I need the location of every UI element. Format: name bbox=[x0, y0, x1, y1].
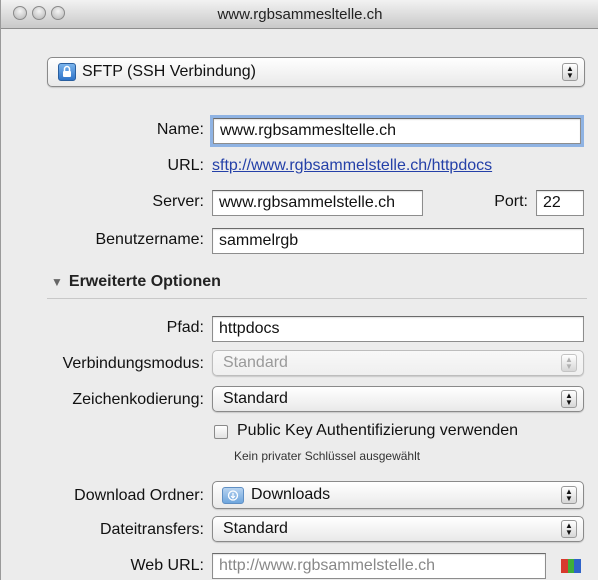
url-link[interactable]: sftp://www.rgbsammelstelle.ch/httpdocs bbox=[212, 157, 492, 175]
protocol-select[interactable]: SFTP (SSH Verbindung) ▲ ▼ bbox=[47, 57, 585, 87]
transfers-label: Dateitransfers: bbox=[99, 521, 204, 538]
color-label-icon[interactable] bbox=[561, 559, 582, 573]
bookmark-window: www.rgbsammesltelle.ch SFTP (SSH Verbind… bbox=[0, 0, 598, 580]
section-divider bbox=[47, 298, 587, 299]
select-arrows-icon: ▲ ▼ bbox=[561, 354, 577, 372]
web-url-field[interactable]: http://www.rgbsammelstelle.ch bbox=[212, 553, 546, 579]
download-folder-label: Download Ordner: bbox=[74, 487, 204, 504]
connection-mode-label: Verbindungsmodus: bbox=[62, 355, 204, 372]
encoding-label: Zeichenkodierung: bbox=[72, 391, 204, 408]
public-key-label[interactable]: Public Key Authentifizierung verwenden bbox=[237, 422, 518, 440]
select-arrows-icon: ▲ ▼ bbox=[562, 63, 578, 81]
port-label: Port: bbox=[494, 193, 528, 210]
name-label: Name: bbox=[156, 121, 204, 138]
window-title: www.rgbsammesltelle.ch bbox=[217, 6, 383, 23]
port-field[interactable]: 22 bbox=[536, 190, 584, 216]
connection-mode-value: Standard bbox=[223, 354, 288, 371]
connection-mode-select[interactable]: Standard ▲ ▼ bbox=[212, 350, 584, 376]
select-arrows-icon: ▲ ▼ bbox=[561, 486, 577, 504]
select-arrows-icon: ▲ ▼ bbox=[561, 520, 577, 538]
path-field[interactable]: httpdocs bbox=[212, 316, 584, 342]
server-field[interactable]: www.rgbsammelstelle.ch bbox=[212, 190, 423, 216]
folder-icon bbox=[222, 487, 244, 504]
lock-icon bbox=[58, 63, 76, 81]
encoding-value: Standard bbox=[223, 390, 288, 407]
advanced-options-toggle[interactable]: ▼ Erweiterte Optionen bbox=[51, 273, 221, 291]
encoding-select[interactable]: Standard ▲ ▼ bbox=[212, 386, 584, 412]
protocol-select-value: SFTP (SSH Verbindung) bbox=[82, 63, 257, 80]
title-bar[interactable]: www.rgbsammesltelle.ch bbox=[1, 0, 598, 29]
disclosure-triangle-icon: ▼ bbox=[51, 275, 63, 289]
username-label: Benutzername: bbox=[95, 231, 204, 248]
select-arrows-icon: ▲ ▼ bbox=[561, 390, 577, 408]
server-label: Server: bbox=[152, 193, 204, 210]
path-label: Pfad: bbox=[166, 319, 204, 336]
public-key-note: Kein privater Schlüssel ausgewählt bbox=[234, 449, 421, 463]
download-folder-value: Downloads bbox=[251, 486, 331, 503]
web-url-label: Web URL: bbox=[130, 557, 204, 574]
url-label: URL: bbox=[167, 157, 204, 174]
public-key-checkbox[interactable] bbox=[214, 425, 228, 439]
transfers-select[interactable]: Standard ▲ ▼ bbox=[212, 516, 584, 542]
transfers-value: Standard bbox=[223, 520, 288, 537]
username-field[interactable]: sammelrgb bbox=[212, 228, 584, 254]
name-field[interactable]: www.rgbsammesltelle.ch bbox=[210, 115, 584, 147]
advanced-options-label: Erweiterte Optionen bbox=[68, 273, 221, 290]
download-folder-select[interactable]: Downloads ▲ ▼ bbox=[212, 481, 584, 509]
